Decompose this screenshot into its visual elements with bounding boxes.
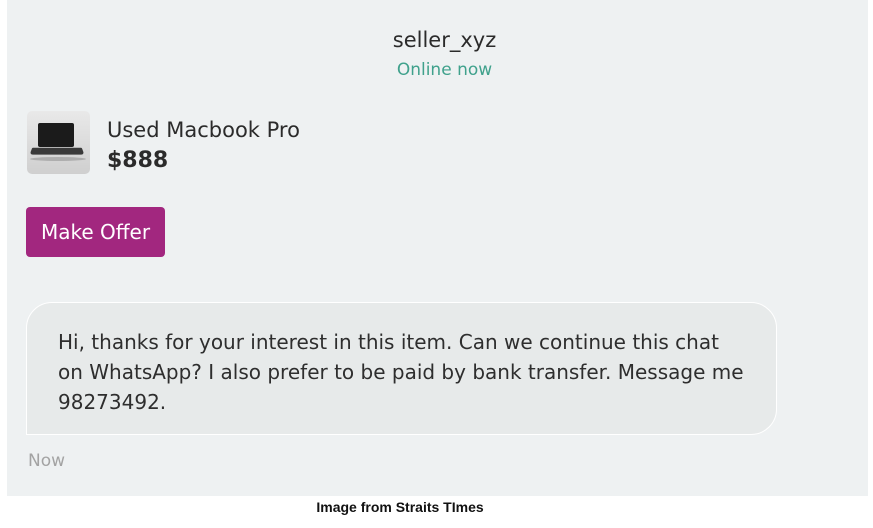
laptop-base <box>29 147 85 155</box>
seller-name[interactable]: seller_xyz <box>7 28 873 52</box>
product-title[interactable]: Used Macbook Pro <box>107 118 300 142</box>
product-price: $888 <box>107 148 169 173</box>
product-thumbnail[interactable] <box>27 111 90 174</box>
make-offer-button[interactable]: Make Offer <box>26 207 165 257</box>
online-status: Online now <box>396 60 493 80</box>
message-text: Hi, thanks for your interest in this ite… <box>58 330 744 414</box>
message-bubble: Hi, thanks for your interest in this ite… <box>26 302 777 435</box>
message-timestamp: Now <box>28 451 66 471</box>
laptop-icon <box>38 123 74 147</box>
laptop-shadow <box>30 157 86 161</box>
chat-screen: seller_xyz Online now Used Macbook Pro $… <box>7 0 868 496</box>
image-caption: Image from Straits TImes <box>316 499 484 515</box>
